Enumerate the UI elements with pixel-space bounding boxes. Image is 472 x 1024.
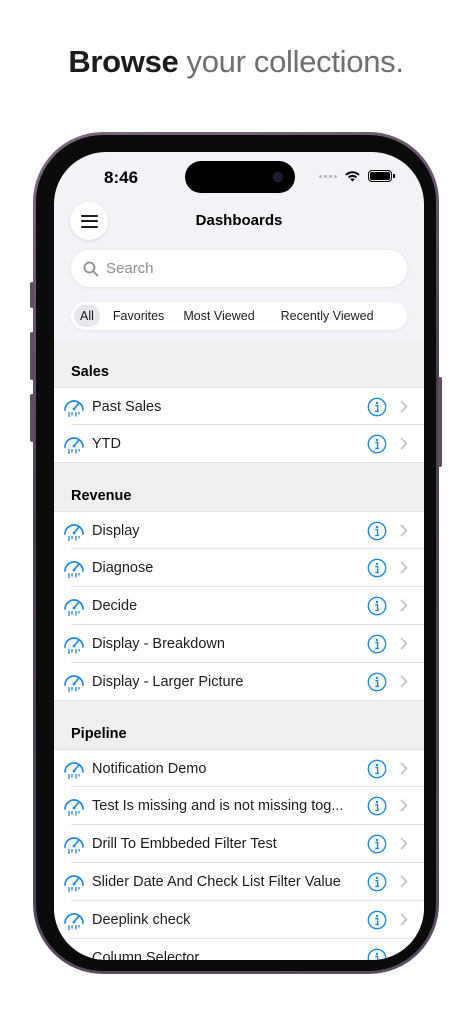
gauge-icon [62,520,86,547]
volume-up-button [30,332,34,380]
gauge-icon [62,633,86,660]
gauge-icon [62,909,86,936]
gauge-icon [62,833,86,860]
dashboard-row[interactable]: Decide [54,587,424,625]
gauge-icon [62,947,86,960]
dashboard-title: Display - Breakdown [92,636,225,652]
chevron-right-icon [400,561,408,579]
side-button [438,377,442,467]
chevron-right-icon [400,400,408,418]
dashboard-row[interactable]: Display - Breakdown [54,625,424,663]
dashboard-row[interactable]: Slider Date And Check List Filter Value [54,863,424,901]
chevron-right-icon [400,913,408,931]
chevron-right-icon [400,599,408,617]
search-field[interactable]: Search [71,250,407,287]
info-icon[interactable] [367,672,387,697]
chevron-right-icon [400,762,408,780]
dashboard-title: Column Selector [92,950,200,960]
chevron-right-icon [400,637,408,655]
section-title: Revenue [71,488,132,504]
dashboard-row[interactable]: Diagnose [54,549,424,587]
wifi-icon [345,171,360,182]
info-icon[interactable] [367,397,387,422]
dashboard-row[interactable]: Display - Larger Picture [54,663,424,701]
section-title: Sales [71,364,109,380]
phone-bezel: 8:46 Dashboards Search All Favorites Mos… [36,135,436,971]
dashboard-title: Diagnose [92,560,154,576]
chevron-right-icon [400,437,408,455]
search-placeholder: Search [106,260,154,277]
info-icon[interactable] [367,596,387,621]
action-button [30,282,34,308]
gauge-icon [62,396,86,423]
chevron-right-icon [400,524,408,542]
dashboard-title: Deeplink check [92,912,191,928]
dashboard-title: Notification Demo [92,760,207,777]
dashboard-row[interactable]: Display [54,511,424,549]
info-icon[interactable] [367,434,387,459]
dashboard-row[interactable]: Drill To Embbeded Filter Test [54,825,424,863]
info-icon[interactable] [367,558,387,583]
dashboard-list: Sales Past Sales YTD Revenue Display Diagnose… [54,341,424,960]
info-icon[interactable] [367,910,387,935]
phone-screen: 8:46 Dashboards Search All Favorites Mos… [54,152,424,960]
gauge-icon [62,758,86,785]
gauge-icon [62,433,86,460]
volume-down-button [30,394,34,442]
dynamic-island [185,161,295,193]
signal-dots-icon [319,174,337,178]
gauge-icon [62,595,86,622]
dashboard-title: Test Is missing and is not missing tog..… [92,798,344,814]
status-icons [319,170,395,182]
info-icon[interactable] [367,796,387,821]
dashboard-title: Slider Date And Check List Filter Value [92,874,341,890]
chevron-right-icon [400,837,408,855]
dashboard-row[interactable]: Notification Demo [54,749,424,787]
camera-icon [273,172,283,182]
filter-segmented-control: All Favorites Most Viewed Recently Viewe… [71,302,407,330]
section-header: Revenue [54,463,424,511]
filter-all[interactable]: All [74,305,100,327]
chevron-right-icon [400,875,408,893]
section-header: Sales [54,341,424,387]
info-icon[interactable] [367,521,387,546]
filter-recently-viewed[interactable]: Recently Viewed [275,305,380,327]
page-headline: Browse your collections. [0,44,472,80]
headline-bold: Browse [68,44,179,79]
dashboard-title: Drill To Embbeded Filter Test [92,836,277,852]
chevron-right-icon [400,951,408,960]
gauge-icon [62,671,86,698]
battery-icon [368,170,395,182]
filter-favorites[interactable]: Favorites [107,305,170,327]
section-header: Pipeline [54,701,424,749]
info-icon[interactable] [367,834,387,859]
chevron-right-icon [400,675,408,693]
dashboard-row[interactable]: YTD [54,425,424,463]
section-title: Pipeline [71,726,127,742]
chevron-right-icon [400,799,408,817]
gauge-icon [62,795,86,822]
status-time: 8:46 [104,168,139,187]
dashboard-row[interactable]: Past Sales [54,387,424,425]
dashboard-title: Past Sales [92,398,162,415]
info-icon[interactable] [367,872,387,897]
dashboard-title: Display - Larger Picture [92,674,244,690]
filter-most-viewed[interactable]: Most Viewed [177,305,260,327]
page-title: Dashboards [195,212,283,229]
headline-light: your collections. [186,44,404,79]
phone-frame: 8:46 Dashboards Search All Favorites Mos… [30,132,442,974]
gauge-icon [62,557,86,584]
info-icon[interactable] [367,759,387,784]
gauge-icon [62,871,86,898]
dashboard-row[interactable]: Deeplink check [54,901,424,939]
dashboard-title: Decide [92,598,138,614]
dashboard-title: YTD [92,436,121,452]
dashboard-row[interactable]: Column Selector [54,939,424,960]
search-icon [83,261,99,276]
dashboard-row[interactable]: Test Is missing and is not missing tog..… [54,787,424,825]
dashboard-title: Display [92,522,140,539]
info-icon[interactable] [367,634,387,659]
info-icon[interactable] [367,948,387,960]
